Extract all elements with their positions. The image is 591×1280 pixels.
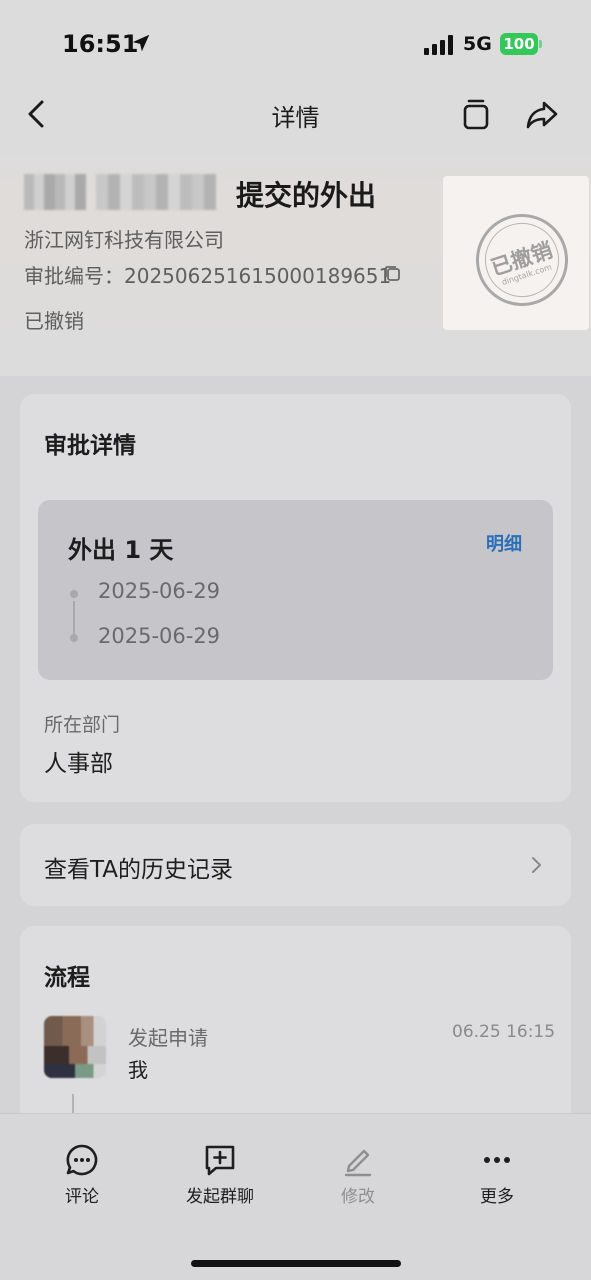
avatar-blur	[44, 1046, 106, 1064]
add-chat-icon	[205, 1145, 235, 1176]
copy-number-icon[interactable]	[382, 263, 404, 285]
submission-title: 提交的外出	[236, 179, 377, 212]
process-connector-line	[72, 1094, 74, 1114]
process-title: 流程	[44, 965, 90, 991]
home-indicator	[191, 1260, 401, 1267]
status-time: 16:51	[62, 30, 139, 58]
approval-number-value: 202506251615000189651	[124, 264, 392, 288]
end-date: 2025-06-29	[98, 624, 221, 648]
process-step-person: 我	[128, 1058, 148, 1082]
start-date: 2025-06-29	[98, 579, 221, 603]
battery-tip	[539, 40, 542, 48]
department-value: 人事部	[44, 751, 113, 777]
department-label: 所在部门	[44, 714, 121, 736]
timeline-line	[73, 601, 75, 635]
edit-pencil-icon	[344, 1149, 372, 1177]
chevron-right-icon	[532, 857, 541, 873]
approval-number: 审批编号：202506251615000189651	[24, 260, 391, 289]
edit-label: 修改	[341, 1187, 375, 1207]
timeline-dot	[70, 634, 78, 642]
outing-summary: 外出 1 天	[68, 536, 174, 564]
status-bar: 16:51 5G 100	[0, 0, 591, 88]
copy-icon[interactable]	[458, 94, 494, 134]
status-badge: 已撤销	[24, 309, 84, 333]
group-chat-label: 发起群聊	[186, 1187, 254, 1207]
more-label: 更多	[480, 1187, 514, 1207]
timeline-dot	[70, 590, 78, 598]
approval-details-card: 审批详情 外出 1 天 明细 2025-06-29 2025-06-29 所在部…	[20, 394, 571, 802]
history-record-row[interactable]: 查看TA的历史记录	[20, 824, 571, 906]
avatar	[44, 1016, 106, 1078]
share-icon[interactable]	[522, 94, 562, 134]
history-label: 查看TA的历史记录	[44, 857, 233, 883]
process-step-action: 发起申请	[128, 1026, 208, 1050]
edit-button[interactable]: 修改	[308, 1142, 408, 1207]
comment-button[interactable]: 评论	[32, 1142, 132, 1207]
detail-link[interactable]: 明细	[486, 530, 522, 556]
location-arrow-icon	[132, 34, 150, 52]
company-name: 浙江网钉科技有限公司	[24, 228, 224, 252]
bottom-action-bar: 评论 发起群聊 修改 更多	[0, 1113, 591, 1280]
page-title: 详情	[271, 104, 320, 132]
network-type: 5G	[463, 33, 492, 55]
outing-summary-box: 外出 1 天 明细 2025-06-29 2025-06-29	[38, 500, 553, 680]
approval-details-title: 审批详情	[44, 433, 136, 459]
process-step-time: 06.25 16:15	[452, 1022, 556, 1042]
signal-icon	[424, 35, 453, 55]
avatar-blur	[44, 1064, 106, 1078]
more-dots-icon	[484, 1157, 510, 1163]
battery-icon: 100	[500, 33, 538, 55]
blurred-name-part	[96, 174, 216, 210]
more-button[interactable]: 更多	[447, 1142, 547, 1207]
comment-label: 评论	[65, 1187, 99, 1207]
blurred-name-part	[24, 174, 86, 210]
group-chat-button[interactable]: 发起群聊	[170, 1142, 270, 1207]
comment-icon	[66, 1144, 98, 1176]
approval-number-label: 审批编号：	[24, 264, 124, 288]
